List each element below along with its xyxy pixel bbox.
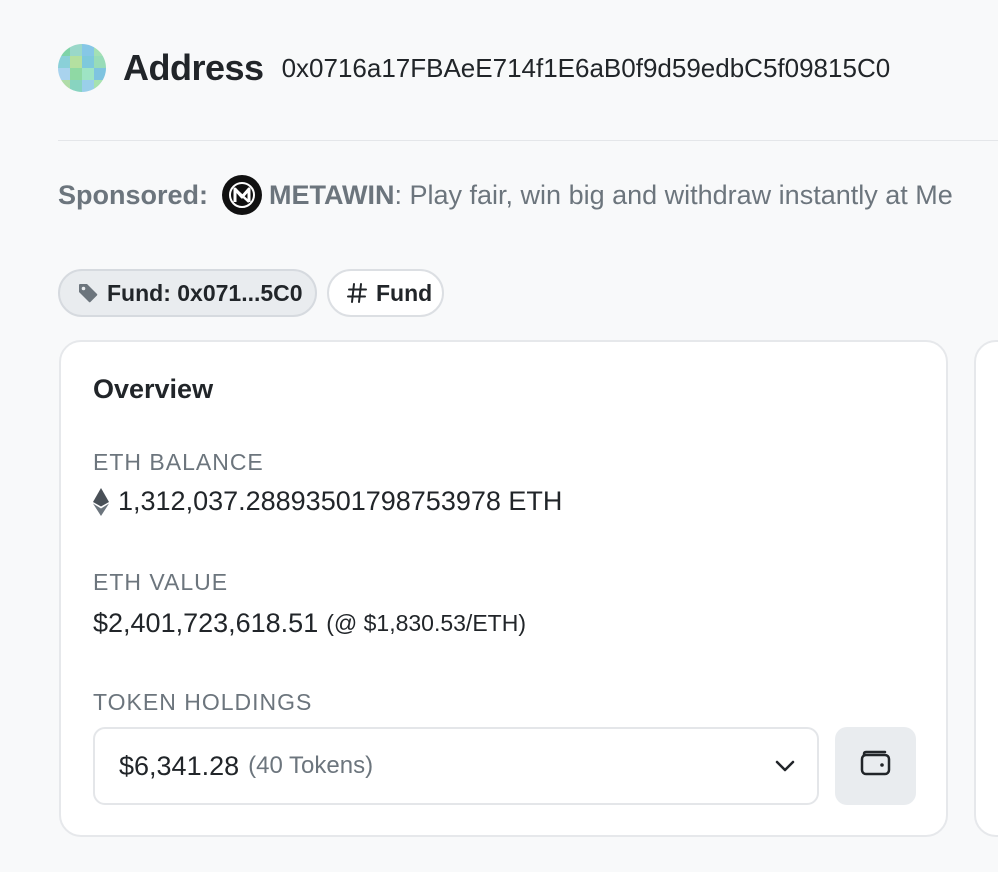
address-avatar: [58, 44, 106, 92]
avatar-pixel: [58, 80, 70, 92]
avatar-pixel: [58, 44, 70, 56]
ethereum-icon: [93, 487, 109, 516]
avatar-pixel: [94, 56, 106, 68]
avatar-pixel: [70, 44, 82, 56]
sponsored-banner[interactable]: Sponsored: METAWIN : Play fair, win big …: [58, 173, 953, 217]
page-title: Address: [123, 47, 264, 88]
avatar-pixel: [82, 44, 94, 56]
address-tags: Fund: 0x071...5C0 Fund: [58, 269, 444, 317]
more-info-card: [974, 340, 998, 837]
token-holdings-count: (40 Tokens): [248, 752, 374, 779]
avatar-pixel: [58, 56, 70, 68]
avatar-pixel: [70, 56, 82, 68]
eth-value-amount: $2,401,723,618.51: [93, 608, 319, 638]
address-header: Address 0x0716a17FBAeE714f1E6aB0f9d59edb…: [58, 44, 890, 92]
avatar-pixel: [94, 68, 106, 80]
sponsored-label: Sponsored:: [58, 179, 209, 210]
tag-icon: [77, 282, 99, 304]
avatar-pixel: [82, 80, 94, 92]
tag-fund-address-label: Fund: 0x071...5C0: [107, 279, 303, 306]
tag-fund-hashtag[interactable]: Fund: [327, 269, 444, 317]
wallet-icon: [860, 750, 892, 783]
address-hash[interactable]: 0x0716a17FBAeE714f1E6aB0f9d59edbC5f09815…: [282, 53, 891, 84]
overview-title: Overview: [93, 374, 214, 404]
hashtag-icon: [346, 282, 368, 304]
tag-fund-address[interactable]: Fund: 0x071...5C0: [58, 269, 317, 317]
overview-card: Overview ETH BALANCE 1,312,037.288935017…: [59, 340, 948, 837]
token-holdings-label: TOKEN HOLDINGS: [93, 689, 313, 715]
avatar-pixel: [82, 68, 94, 80]
sponsor-name-link[interactable]: METAWIN: [269, 180, 394, 211]
header-divider: [58, 140, 998, 141]
avatar-pixel: [70, 80, 82, 92]
eth-balance: 1,312,037.28893501798753978 ETH: [93, 486, 562, 517]
eth-value-label: ETH VALUE: [93, 569, 229, 595]
avatar-pixel: [94, 80, 106, 92]
eth-balance-label: ETH BALANCE: [93, 449, 264, 475]
tag-fund-hashtag-label: Fund: [376, 279, 433, 306]
token-holdings-dropdown[interactable]: $6,341.28 (40 Tokens): [93, 727, 819, 805]
avatar-pixel: [58, 68, 70, 80]
avatar-pixel: [70, 68, 82, 80]
avatar-pixel: [94, 44, 106, 56]
eth-value: $2,401,723,618.51 (@ $1,830.53/ETH): [93, 608, 526, 639]
eth-price-rate: (@ $1,830.53/ETH): [326, 610, 526, 636]
token-holdings-amount: $6,341.28: [119, 750, 240, 781]
metawin-logo-icon: [222, 175, 263, 215]
chevron-down-icon: [775, 760, 795, 772]
sponsor-message: : Play fair, win big and withdraw instan…: [394, 179, 953, 210]
wallet-button[interactable]: [835, 727, 916, 805]
eth-balance-value: 1,312,037.28893501798753978 ETH: [118, 486, 563, 516]
avatar-pixel: [82, 56, 94, 68]
